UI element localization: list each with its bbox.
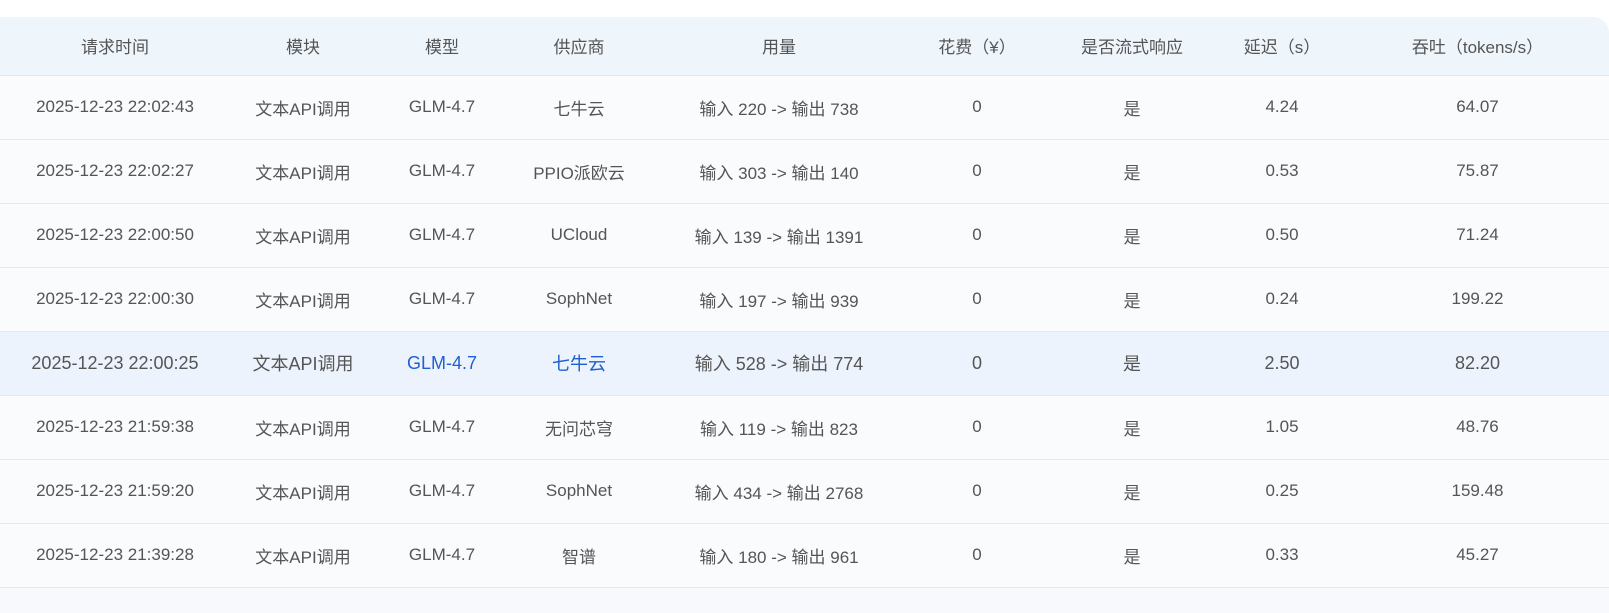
cell-provider[interactable]: 无问芯穹 xyxy=(508,395,650,460)
table-row[interactable]: 2025-12-23 22:02:27 文本API调用 GLM-4.7 PPIO… xyxy=(0,139,1609,204)
cell-provider[interactable]: 智谱 xyxy=(508,523,650,588)
cell-cost: 0 xyxy=(908,75,1046,140)
cell-model[interactable]: GLM-4.7 xyxy=(376,523,508,588)
cell-throughput: 71.24 xyxy=(1346,203,1609,268)
cell-request-time: 2025-12-23 22:00:25 xyxy=(0,331,230,396)
cell-model[interactable]: GLM-4.7 xyxy=(376,395,508,460)
table-row[interactable]: 2025-12-23 21:39:28 文本API调用 GLM-4.7 智谱 输… xyxy=(0,523,1609,588)
cell-module: 文本API调用 xyxy=(230,139,376,204)
cell-request-time: 2025-12-23 22:00:50 xyxy=(0,203,230,268)
cell-usage: 输入 528 -> 输出 774 xyxy=(650,331,908,396)
cell-latency: 1.05 xyxy=(1218,395,1346,460)
header-latency[interactable]: 延迟（s） xyxy=(1218,17,1346,76)
cell-module: 文本API调用 xyxy=(230,203,376,268)
cell-cost: 0 xyxy=(908,331,1046,396)
cell-stream: 是 xyxy=(1046,523,1218,588)
cell-latency: 0.50 xyxy=(1218,203,1346,268)
cell-module: 文本API调用 xyxy=(230,459,376,524)
cell-stream: 是 xyxy=(1046,267,1218,332)
cell-stream: 是 xyxy=(1046,459,1218,524)
cell-provider-link[interactable]: 七牛云 xyxy=(508,331,650,396)
cell-stream: 是 xyxy=(1046,139,1218,204)
cell-cost: 0 xyxy=(908,267,1046,332)
table-header-row: 请求时间 模块 模型 供应商 用量 花费（¥） 是否流式响应 延迟（s） 吞吐（… xyxy=(0,17,1609,76)
cell-cost: 0 xyxy=(908,395,1046,460)
table-row[interactable]: 2025-12-23 22:00:30 文本API调用 GLM-4.7 Soph… xyxy=(0,267,1609,332)
cell-stream: 是 xyxy=(1046,203,1218,268)
cell-request-time: 2025-12-23 21:39:28 xyxy=(0,523,230,588)
header-request-time[interactable]: 请求时间 xyxy=(0,17,230,76)
cell-usage: 输入 119 -> 输出 823 xyxy=(650,395,908,460)
cell-throughput: 64.07 xyxy=(1346,75,1609,140)
cell-throughput: 45.27 xyxy=(1346,523,1609,588)
cell-request-time: 2025-12-23 22:02:27 xyxy=(0,139,230,204)
cell-usage: 输入 180 -> 输出 961 xyxy=(650,523,908,588)
table-row-hovered[interactable]: 2025-12-23 22:00:25 文本API调用 GLM-4.7 七牛云 … xyxy=(0,331,1609,396)
cell-module: 文本API调用 xyxy=(230,75,376,140)
header-provider[interactable]: 供应商 xyxy=(508,17,650,76)
cell-latency: 0.24 xyxy=(1218,267,1346,332)
header-stream[interactable]: 是否流式响应 xyxy=(1046,17,1218,76)
cell-module: 文本API调用 xyxy=(230,395,376,460)
cell-usage: 输入 303 -> 输出 140 xyxy=(650,139,908,204)
cell-model[interactable]: GLM-4.7 xyxy=(376,267,508,332)
cell-usage: 输入 434 -> 输出 2768 xyxy=(650,459,908,524)
cell-throughput: 82.20 xyxy=(1346,331,1609,396)
cell-stream: 是 xyxy=(1046,75,1218,140)
usage-log-table-container: 请求时间 模块 模型 供应商 用量 花费（¥） 是否流式响应 延迟（s） 吞吐（… xyxy=(0,17,1609,613)
cell-provider[interactable]: PPIO派欧云 xyxy=(508,139,650,204)
header-module[interactable]: 模块 xyxy=(230,17,376,76)
table-row[interactable]: 2025-12-23 22:02:43 文本API调用 GLM-4.7 七牛云 … xyxy=(0,75,1609,140)
cell-request-time: 2025-12-23 22:02:43 xyxy=(0,75,230,140)
cell-model[interactable]: GLM-4.7 xyxy=(376,139,508,204)
cell-model[interactable]: GLM-4.7 xyxy=(376,459,508,524)
cell-model[interactable]: GLM-4.7 xyxy=(376,203,508,268)
cell-model-link[interactable]: GLM-4.7 xyxy=(376,331,508,396)
cell-throughput: 159.48 xyxy=(1346,459,1609,524)
usage-log-table: 请求时间 模块 模型 供应商 用量 花费（¥） 是否流式响应 延迟（s） 吞吐（… xyxy=(0,17,1609,588)
cell-cost: 0 xyxy=(908,459,1046,524)
table-row[interactable]: 2025-12-23 21:59:38 文本API调用 GLM-4.7 无问芯穹… xyxy=(0,395,1609,460)
header-model[interactable]: 模型 xyxy=(376,17,508,76)
cell-cost: 0 xyxy=(908,203,1046,268)
header-cost[interactable]: 花费（¥） xyxy=(908,17,1046,76)
cell-request-time: 2025-12-23 22:00:30 xyxy=(0,267,230,332)
cell-latency: 0.53 xyxy=(1218,139,1346,204)
cell-provider[interactable]: SophNet xyxy=(508,459,650,524)
cell-latency: 0.25 xyxy=(1218,459,1346,524)
cell-cost: 0 xyxy=(908,523,1046,588)
cell-provider[interactable]: UCloud xyxy=(508,203,650,268)
cell-usage: 输入 197 -> 输出 939 xyxy=(650,267,908,332)
cell-throughput: 199.22 xyxy=(1346,267,1609,332)
cell-throughput: 48.76 xyxy=(1346,395,1609,460)
table-row[interactable]: 2025-12-23 22:00:50 文本API调用 GLM-4.7 UClo… xyxy=(0,203,1609,268)
cell-throughput: 75.87 xyxy=(1346,139,1609,204)
cell-module: 文本API调用 xyxy=(230,267,376,332)
cell-stream: 是 xyxy=(1046,395,1218,460)
cell-request-time: 2025-12-23 21:59:38 xyxy=(0,395,230,460)
cell-latency: 4.24 xyxy=(1218,75,1346,140)
cell-module: 文本API调用 xyxy=(230,331,376,396)
header-throughput[interactable]: 吞吐（tokens/s） xyxy=(1346,17,1609,76)
cell-latency: 0.33 xyxy=(1218,523,1346,588)
cell-stream: 是 xyxy=(1046,331,1218,396)
cell-cost: 0 xyxy=(908,139,1046,204)
cell-usage: 输入 139 -> 输出 1391 xyxy=(650,203,908,268)
cell-latency: 2.50 xyxy=(1218,331,1346,396)
header-usage[interactable]: 用量 xyxy=(650,17,908,76)
table-row[interactable]: 2025-12-23 21:59:20 文本API调用 GLM-4.7 Soph… xyxy=(0,459,1609,524)
cell-request-time: 2025-12-23 21:59:20 xyxy=(0,459,230,524)
cell-usage: 输入 220 -> 输出 738 xyxy=(650,75,908,140)
cell-model[interactable]: GLM-4.7 xyxy=(376,75,508,140)
cell-module: 文本API调用 xyxy=(230,523,376,588)
cell-provider[interactable]: SophNet xyxy=(508,267,650,332)
cell-provider[interactable]: 七牛云 xyxy=(508,75,650,140)
